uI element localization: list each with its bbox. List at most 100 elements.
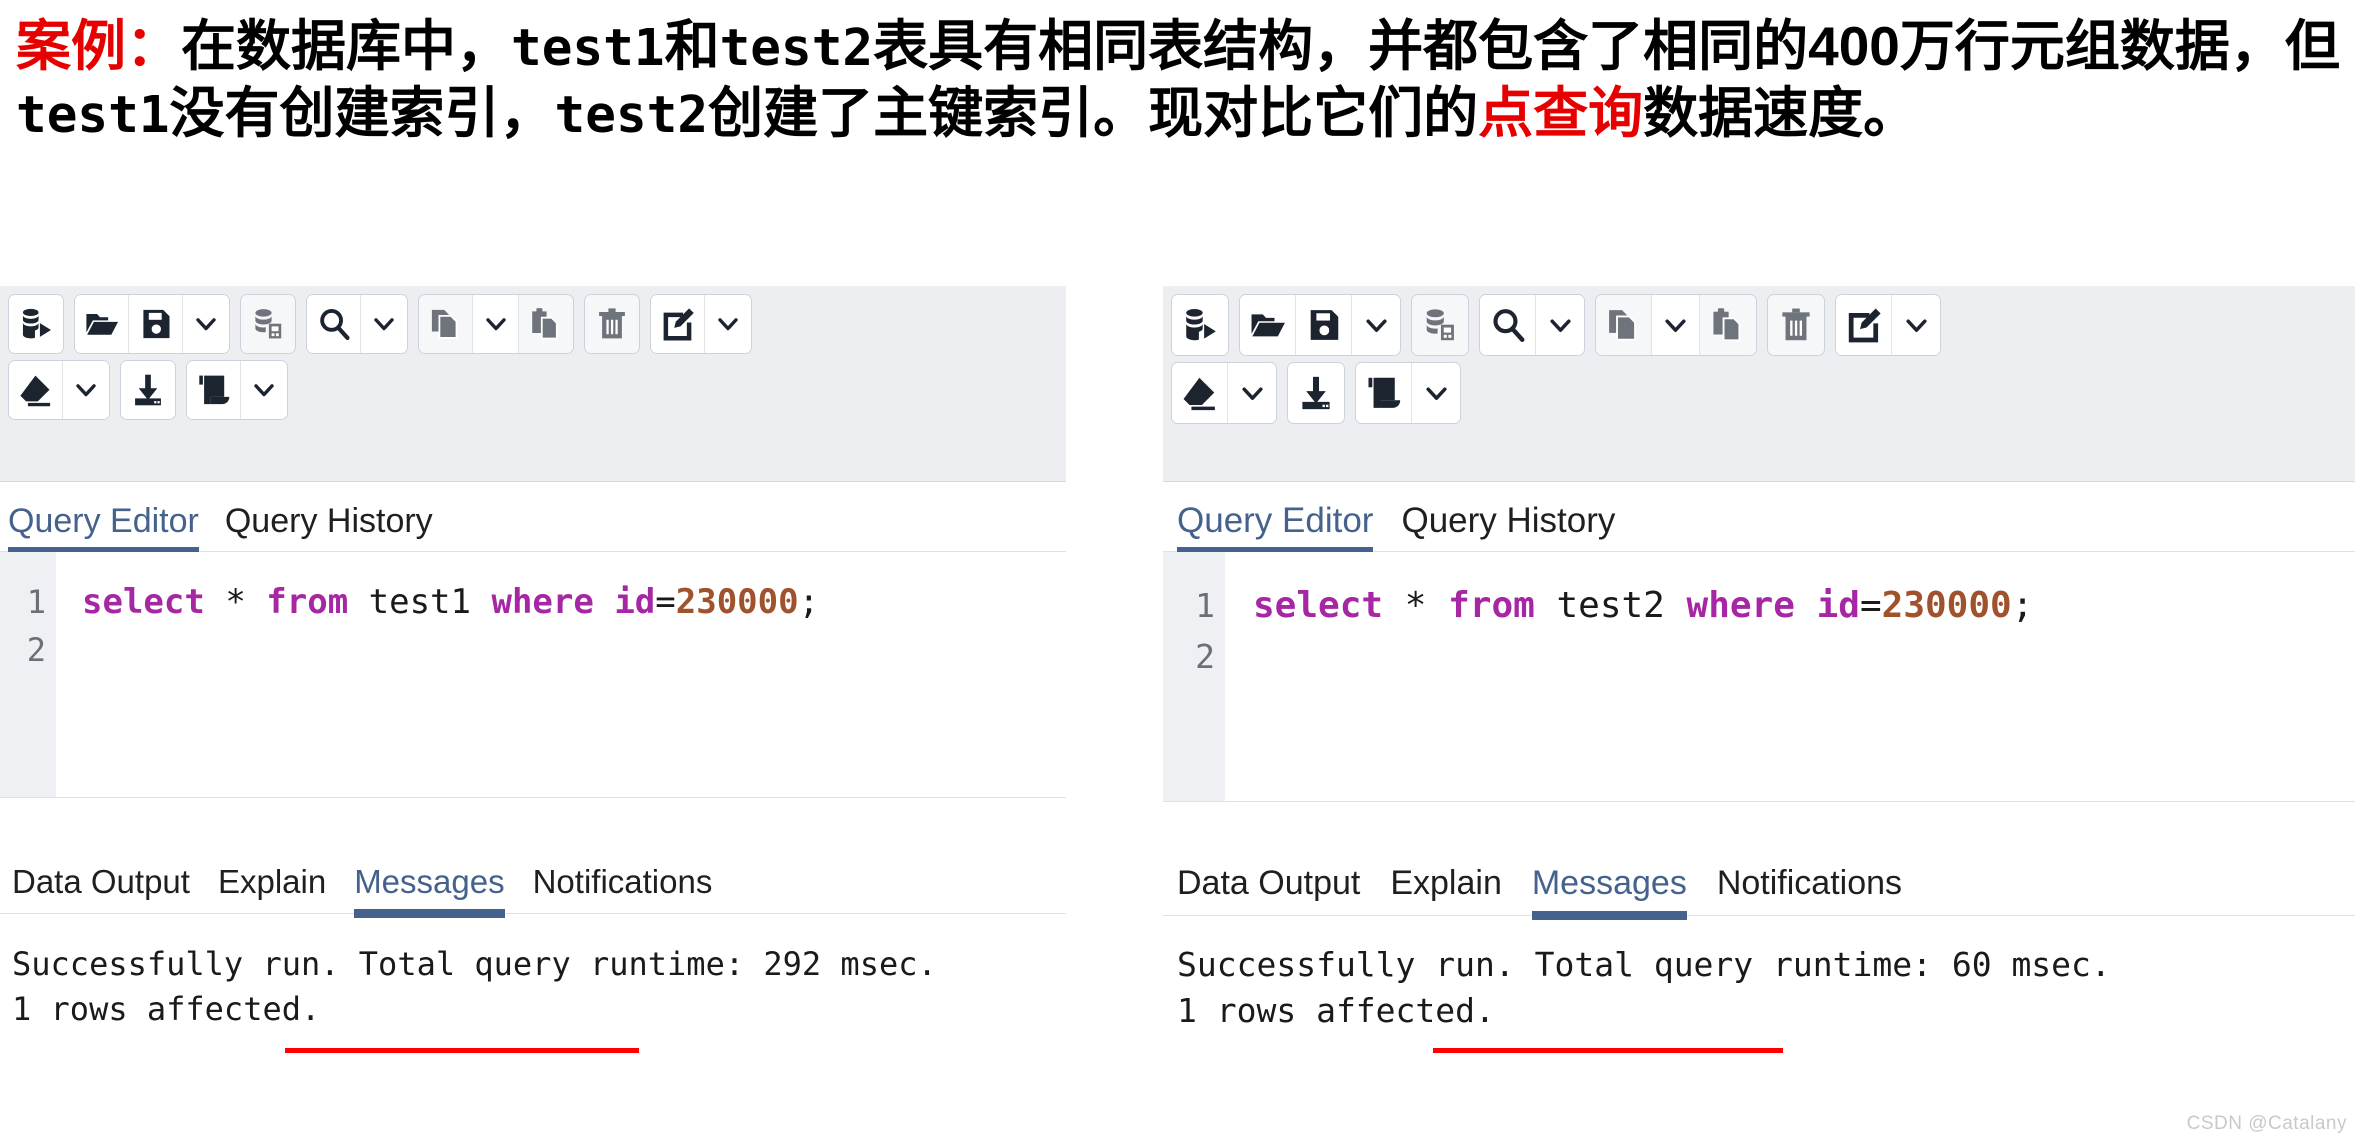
message-line: Successfully run. Total query runtime: 2… <box>12 945 937 983</box>
toolbar-group <box>186 360 288 420</box>
sql-token: = <box>1859 585 1882 626</box>
save-file-button[interactable] <box>129 295 183 353</box>
editor-tabbar: Query Editor Query History <box>0 482 1066 556</box>
toolbar-group <box>240 294 296 354</box>
chevron-down-icon <box>1239 380 1266 407</box>
message-line: 1 rows affected. <box>1177 991 1495 1030</box>
save-file-icon <box>138 306 174 342</box>
message-line: 1 rows affected. <box>12 990 321 1028</box>
caption-segment-4: 没有创建索引， <box>169 82 555 144</box>
sql-editor[interactable]: 1 2 select * from test1 where id=230000; <box>0 552 1066 798</box>
search-icon <box>1489 306 1527 344</box>
caption-highlight-point-query: 点查询 <box>1478 82 1644 144</box>
edit-pencil-button[interactable] <box>651 295 705 353</box>
sql-token: id <box>614 582 656 622</box>
chevron-down-icon <box>1363 312 1390 339</box>
toolbar-group <box>1171 362 1277 424</box>
filter-data-button[interactable] <box>241 295 295 353</box>
output-tab-messages[interactable]: Messages <box>354 863 506 918</box>
sql-code-line[interactable]: select * from test1 where id=230000; <box>56 552 1066 797</box>
tab-query-history[interactable]: Query History <box>1401 501 1615 551</box>
filter-data-icon <box>1421 306 1459 344</box>
sql-editor[interactable]: 1 2 select * from test2 where id=230000; <box>1163 552 2355 802</box>
chevron-down-button[interactable] <box>473 295 519 353</box>
trash-button[interactable] <box>585 295 639 353</box>
save-file-button[interactable] <box>1296 295 1352 355</box>
eraser-button[interactable] <box>9 361 63 419</box>
code-line-1: select * from test1 where id=230000; <box>82 578 1066 626</box>
macro-scroll-button[interactable] <box>187 361 241 419</box>
execute-query-icon <box>18 306 54 342</box>
macro-scroll-icon <box>196 372 232 408</box>
editor-tabbar: Query Editor Query History <box>1163 482 2355 556</box>
trash-icon <box>594 306 630 342</box>
sql-token: ; <box>2011 585 2034 626</box>
messages-output: Successfully run. Total query runtime: 2… <box>0 926 1066 1032</box>
toolbar-group <box>8 294 64 354</box>
toolbar-row-1 <box>1171 294 2355 356</box>
copy-button[interactable] <box>419 295 473 353</box>
query-toolbar <box>0 286 1066 482</box>
sql-token: select <box>1253 585 1384 626</box>
open-file-icon <box>1249 306 1287 344</box>
tab-query-history[interactable]: Query History <box>225 502 433 551</box>
search-button[interactable] <box>1480 295 1536 355</box>
download-button[interactable] <box>121 361 175 419</box>
execute-query-button[interactable] <box>1172 295 1228 355</box>
line-number: 1 <box>26 583 46 621</box>
trash-button[interactable] <box>1768 295 1824 355</box>
search-button[interactable] <box>307 295 361 353</box>
toolbar-group <box>1767 294 1825 356</box>
toolbar-group <box>8 360 110 420</box>
chevron-down-icon <box>371 311 397 337</box>
sql-code-line[interactable]: select * from test2 where id=230000; <box>1225 552 2355 801</box>
output-tab-messages[interactable]: Messages <box>1531 864 1687 920</box>
save-file-icon <box>1305 306 1343 344</box>
chevron-down-button[interactable] <box>1412 363 1460 423</box>
open-file-button[interactable] <box>75 295 129 353</box>
open-file-button[interactable] <box>1240 295 1296 355</box>
chevron-down-button[interactable] <box>183 295 229 353</box>
chevron-down-button[interactable] <box>1892 295 1940 355</box>
output-tab-notifications[interactable]: Notifications <box>533 863 713 913</box>
edit-pencil-icon <box>660 306 696 342</box>
chevron-down-icon <box>1662 312 1689 339</box>
paste-button[interactable] <box>519 295 573 353</box>
chevron-down-button[interactable] <box>705 295 751 353</box>
output-tab-explain[interactable]: Explain <box>218 863 326 913</box>
edit-pencil-button[interactable] <box>1836 295 1892 355</box>
output-tab-notifications[interactable]: Notifications <box>1717 864 1902 915</box>
code-line-1: select * from test2 where id=230000; <box>1253 580 2355 631</box>
chevron-down-button[interactable] <box>241 361 287 419</box>
copy-button[interactable] <box>1596 295 1652 355</box>
execute-query-button[interactable] <box>9 295 63 353</box>
macro-scroll-button[interactable] <box>1356 363 1412 423</box>
filter-data-button[interactable] <box>1412 295 1468 355</box>
output-tab-data-output[interactable]: Data Output <box>12 863 190 913</box>
toolbar-group <box>418 294 574 354</box>
download-icon <box>1297 374 1335 412</box>
chevron-down-button[interactable] <box>63 361 109 419</box>
tab-query-editor[interactable]: Query Editor <box>8 502 199 556</box>
chevron-down-button[interactable] <box>1352 295 1400 355</box>
message-line: Successfully run. Total query runtime: 6… <box>1177 945 2111 984</box>
chevron-down-button[interactable] <box>1228 363 1276 423</box>
paste-button[interactable] <box>1700 295 1756 355</box>
output-tab-explain[interactable]: Explain <box>1390 864 1502 915</box>
chevron-down-button[interactable] <box>361 295 407 353</box>
sql-token: from <box>1448 585 1535 626</box>
download-button[interactable] <box>1288 363 1344 423</box>
chevron-down-button[interactable] <box>1652 295 1700 355</box>
output-tab-data-output[interactable]: Data Output <box>1177 864 1360 915</box>
eraser-button[interactable] <box>1172 363 1228 423</box>
tab-query-editor[interactable]: Query Editor <box>1177 501 1374 556</box>
case-description-text: 案例：在数据库中，test1和test2表具有相同表结构，并都包含了相同的400… <box>0 0 2355 276</box>
output-tabbar: Data Output Explain Messages Notifications <box>1163 842 2355 920</box>
chevron-down-button[interactable] <box>1536 295 1584 355</box>
line-number: 2 <box>1195 637 1215 677</box>
toolbar-group <box>1411 294 1469 356</box>
toolbar-group <box>584 294 640 354</box>
